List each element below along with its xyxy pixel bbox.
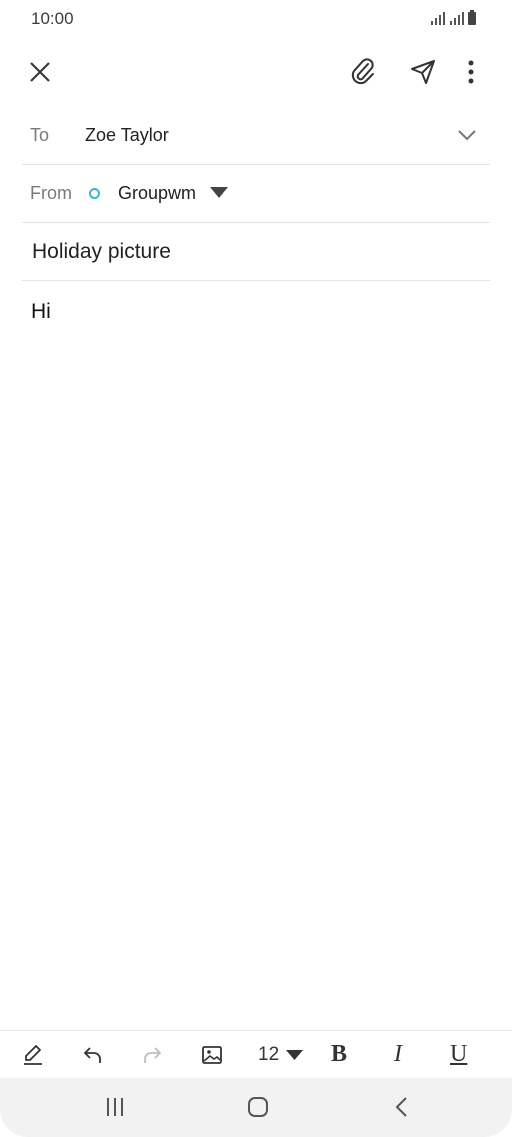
system-nav-bar [0, 1078, 512, 1137]
undo-button[interactable] [78, 1040, 108, 1070]
more-options-button[interactable] [451, 52, 491, 92]
recent-apps-button[interactable] [98, 1092, 132, 1122]
image-icon [202, 1046, 222, 1064]
font-size-value[interactable]: 12 [258, 1044, 279, 1066]
to-label: To [30, 125, 50, 145]
font-size-caret-icon[interactable] [286, 1050, 303, 1061]
recents-icon [107, 1098, 123, 1116]
message-body[interactable]: Hi [31, 300, 51, 324]
home-icon [248, 1097, 268, 1117]
send-button[interactable] [403, 52, 443, 92]
formatting-toolbar: 12 B I U [0, 1030, 512, 1077]
from-account[interactable]: Groupwm [118, 183, 196, 204]
account-color-icon [89, 188, 100, 199]
close-icon [30, 62, 50, 82]
status-time: 10:00 [31, 9, 74, 28]
status-icons [431, 10, 476, 25]
insert-image-button[interactable] [197, 1040, 227, 1070]
signal-icon [450, 12, 464, 25]
back-button[interactable] [385, 1092, 419, 1122]
battery-icon [468, 10, 476, 25]
undo-icon [83, 1047, 101, 1063]
subject-input[interactable]: Holiday picture [32, 240, 171, 264]
chevron-down-icon[interactable] [456, 127, 478, 143]
home-button[interactable] [241, 1092, 275, 1122]
send-icon [411, 60, 435, 84]
subject-field-row[interactable]: Holiday picture [22, 223, 490, 281]
to-field-row[interactable]: To Zoe Taylor [22, 107, 490, 165]
redo-button[interactable] [137, 1040, 167, 1070]
caret-down-icon[interactable] [210, 187, 228, 199]
to-recipient[interactable]: Zoe Taylor [85, 125, 169, 146]
bold-button[interactable]: B [331, 1041, 347, 1068]
italic-button[interactable]: I [394, 1041, 402, 1068]
pen-style-button[interactable] [18, 1040, 48, 1070]
pen-icon [24, 1045, 42, 1065]
status-bar: 10:00 [0, 0, 512, 38]
back-icon [395, 1097, 407, 1117]
close-button[interactable] [20, 52, 60, 92]
signal-icon [431, 12, 445, 25]
from-label: From [30, 183, 72, 203]
from-field-row[interactable]: From Groupwm [22, 165, 490, 223]
more-vert-icon [468, 60, 474, 84]
attach-button[interactable] [343, 52, 383, 92]
compose-toolbar [0, 38, 512, 104]
paperclip-icon [351, 58, 374, 85]
underline-button[interactable]: U [450, 1041, 467, 1068]
redo-icon [144, 1047, 162, 1063]
